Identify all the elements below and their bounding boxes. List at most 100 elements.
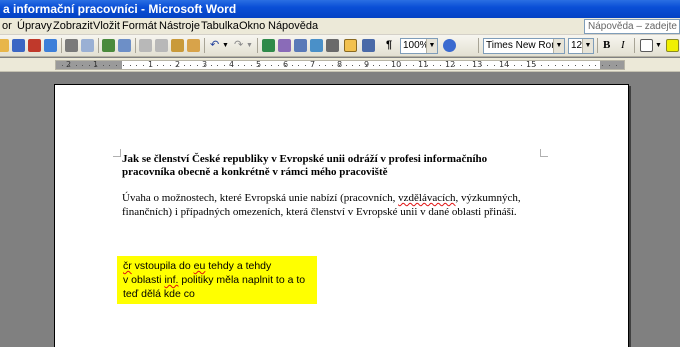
menu-zobrazit[interactable]: Zobrazit	[53, 19, 93, 34]
crop-mark	[113, 149, 121, 157]
ruler-tick	[386, 65, 387, 66]
ruler-tick	[237, 65, 239, 66]
menu-vlozit[interactable]: Vložit	[93, 19, 120, 34]
ruler-tick	[183, 65, 185, 66]
ruler-scale: 2 1 1 2 3 4 5 6 7 8 9 10 11 12 13 14 15	[55, 60, 625, 70]
ruler-tick	[116, 65, 117, 66]
ruler-tick	[62, 65, 63, 66]
borders-dropdown-icon[interactable]: ▼	[655, 39, 662, 52]
horizontal-ruler[interactable]: 2 1 1 2 3 4 5 6 7 8 9 10 11 12 13 14 15	[0, 58, 680, 130]
help-icon[interactable]	[443, 39, 456, 52]
document-workspace[interactable]: Jak se členství České republiky v Evrops…	[0, 73, 680, 347]
ruler-tick	[467, 65, 468, 66]
ruler-tick	[210, 65, 212, 66]
ruler-tick	[507, 65, 509, 66]
text-run: v oblasti	[123, 274, 165, 286]
ruler-tick	[305, 65, 306, 66]
ruler-tick	[311, 65, 313, 66]
menu-upravy[interactable]: Úpravy	[17, 19, 52, 34]
ruler-tick	[608, 65, 610, 66]
hyperlink-icon[interactable]	[262, 39, 275, 52]
undo-dropdown-icon[interactable]: ▼	[222, 39, 229, 52]
menu-okno[interactable]: Okno	[239, 19, 265, 34]
menu-nastroje[interactable]: Nástroje	[159, 19, 200, 34]
drawing-icon[interactable]	[344, 39, 357, 52]
ruler-tick	[68, 65, 70, 66]
spelling-error-word: vzdělávacích	[398, 192, 456, 204]
help-search-input[interactable]: Nápověda – zadejte dotaz	[584, 19, 680, 34]
redo-icon[interactable]: ↷	[234, 39, 243, 52]
email-icon[interactable]	[44, 39, 57, 52]
cut-icon[interactable]	[139, 39, 152, 52]
toolbar: ↶ ▼ ↷ ▼ ¶ 100% ▼ Times New Roman ▼ 12 ▼ …	[0, 35, 680, 57]
menu-format[interactable]: Formát	[122, 19, 157, 34]
columns-icon[interactable]	[326, 39, 339, 52]
bold-button[interactable]: B	[603, 39, 610, 52]
text-run: politiky měla naplnit to a to	[178, 274, 306, 286]
ruler-tick	[284, 65, 286, 66]
menu-napoveda[interactable]: Nápověda	[268, 19, 318, 34]
font-size-value: 12	[571, 40, 583, 51]
document-page[interactable]: Jak se členství České republiky v Evrops…	[54, 84, 629, 347]
ruler-tick	[156, 65, 158, 66]
menu-tabulka[interactable]: Tabulka	[201, 19, 239, 34]
ruler-tick	[581, 65, 583, 66]
highlight-icon[interactable]	[666, 39, 679, 52]
ruler-tick	[426, 65, 428, 66]
ruler-tick	[372, 65, 374, 66]
chevron-down-icon: ▼	[582, 39, 593, 53]
ruler-tick	[548, 65, 549, 66]
save-icon[interactable]	[12, 39, 25, 52]
ruler-tick	[102, 65, 104, 66]
ruler-tick	[338, 65, 340, 66]
title-bar: a informační pracovníci - Microsoft Word	[0, 0, 680, 18]
text-run: vstoupila do	[131, 260, 194, 272]
tables-borders-icon[interactable]	[278, 39, 291, 52]
spelling-icon[interactable]	[102, 39, 115, 52]
ruler-tick	[264, 65, 266, 66]
paragraph-line: Úvaha o možnostech, které Evropská unie …	[122, 191, 547, 205]
paste-icon[interactable]	[171, 39, 184, 52]
ruler-tick	[170, 65, 171, 66]
ruler-tick	[95, 65, 97, 66]
undo-icon[interactable]: ↶	[210, 39, 219, 52]
highlighted-note: čr vstoupila do eu tehdy a tehdy v oblas…	[117, 256, 317, 304]
redo-dropdown-icon[interactable]: ▼	[246, 39, 253, 52]
ruler-tick	[419, 65, 421, 66]
ruler-tick	[500, 65, 502, 66]
new-document-icon[interactable]	[0, 39, 9, 52]
note-line: v oblasti inf. politiky měla naplnit to …	[123, 273, 317, 287]
ruler-tick	[75, 65, 77, 66]
ruler-tick	[251, 65, 252, 66]
menu-soubor[interactable]: or	[2, 19, 12, 34]
ruler-tick	[82, 65, 84, 66]
insert-table-icon[interactable]	[294, 39, 307, 52]
ruler-tick	[527, 65, 529, 66]
note-line: teď dělá kde co	[123, 288, 195, 300]
insert-excel-icon[interactable]	[310, 39, 323, 52]
ruler-tick	[460, 65, 462, 66]
ruler-tick	[149, 65, 151, 66]
print-icon[interactable]	[65, 39, 78, 52]
document-map-icon[interactable]	[362, 39, 375, 52]
ruler-tick	[433, 65, 435, 66]
ruler-tick	[494, 65, 495, 66]
copy-icon[interactable]	[155, 39, 168, 52]
show-formatting-icon[interactable]: ¶	[386, 39, 392, 52]
text-run: tehdy a tehdy	[205, 260, 272, 272]
toolbar-separator	[257, 38, 258, 53]
toolbar-separator	[478, 38, 479, 53]
research-icon[interactable]	[118, 39, 131, 52]
format-painter-icon[interactable]	[187, 39, 200, 52]
ruler-tick	[575, 65, 576, 66]
ruler-tick	[163, 65, 165, 66]
permission-icon[interactable]	[28, 39, 41, 52]
heading-line: pracovníka obecně a konkrétně v rámci mé…	[122, 166, 388, 178]
print-preview-icon[interactable]	[81, 39, 94, 52]
borders-icon[interactable]	[640, 39, 653, 52]
font-size-select[interactable]: 12 ▼	[568, 38, 594, 54]
font-name-select[interactable]: Times New Roman ▼	[483, 38, 565, 54]
italic-button[interactable]: I	[621, 39, 625, 52]
heading-line: Jak se členství České republiky v Evrops…	[122, 153, 488, 165]
zoom-select[interactable]: 100% ▼	[400, 38, 438, 54]
